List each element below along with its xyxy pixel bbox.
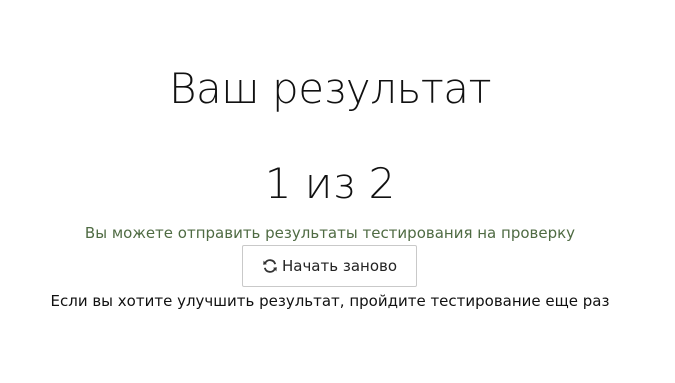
restart-button-label: Начать заново bbox=[281, 257, 398, 275]
page-title: Ваш результат bbox=[168, 64, 492, 113]
refresh-icon bbox=[262, 258, 278, 274]
restart-button[interactable]: Начать заново bbox=[242, 245, 417, 287]
improve-note: Если вы хотите улучшить результат, пройд… bbox=[50, 292, 610, 310]
result-page: Ваш результат 1 из 2 Вы можете отправить… bbox=[0, 0, 675, 383]
submit-hint: Вы можете отправить результаты тестирова… bbox=[84, 224, 576, 242]
score-value: 1 из 2 bbox=[264, 159, 396, 208]
